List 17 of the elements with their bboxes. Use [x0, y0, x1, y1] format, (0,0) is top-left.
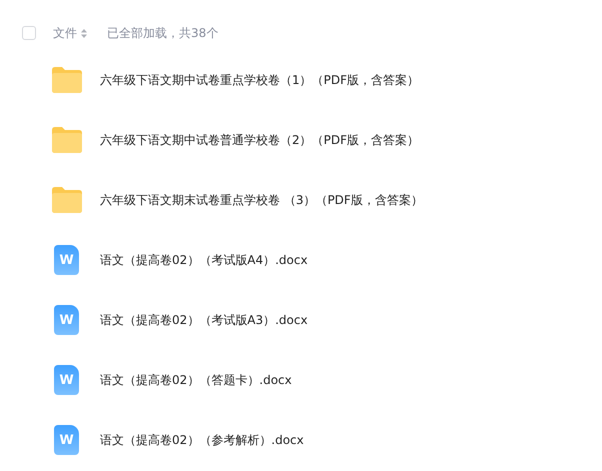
file-name[interactable]: 语文（提高卷02）（参考解析）.docx — [100, 432, 304, 448]
folder-icon — [52, 67, 82, 93]
file-name[interactable]: 六年级下语文期中试卷普通学校卷（2）（PDF版，含答案） — [100, 132, 420, 148]
file-name[interactable]: 语文（提高卷02）（考试版A3）.docx — [100, 312, 308, 328]
word-document-icon: W — [54, 425, 79, 455]
load-summary: 已全部加载，共38个 — [107, 24, 218, 42]
word-document-icon: W — [54, 245, 79, 275]
select-all-checkbox[interactable] — [22, 26, 36, 40]
file-name[interactable]: 六年级下语文期末试卷重点学校卷 （3）（PDF版，含答案） — [100, 192, 423, 208]
file-name[interactable]: 六年级下语文期中试卷重点学校卷（1）（PDF版，含答案） — [100, 72, 420, 88]
sort-icon[interactable] — [81, 28, 87, 38]
word-document-icon: W — [54, 365, 79, 395]
file-name[interactable]: 语文（提高卷02）（答题卡）.docx — [100, 372, 292, 388]
file-name[interactable]: 语文（提高卷02）（考试版A4）.docx — [100, 252, 308, 268]
folder-icon — [52, 187, 82, 213]
word-document-icon: W — [54, 305, 79, 335]
folder-icon — [52, 127, 82, 153]
